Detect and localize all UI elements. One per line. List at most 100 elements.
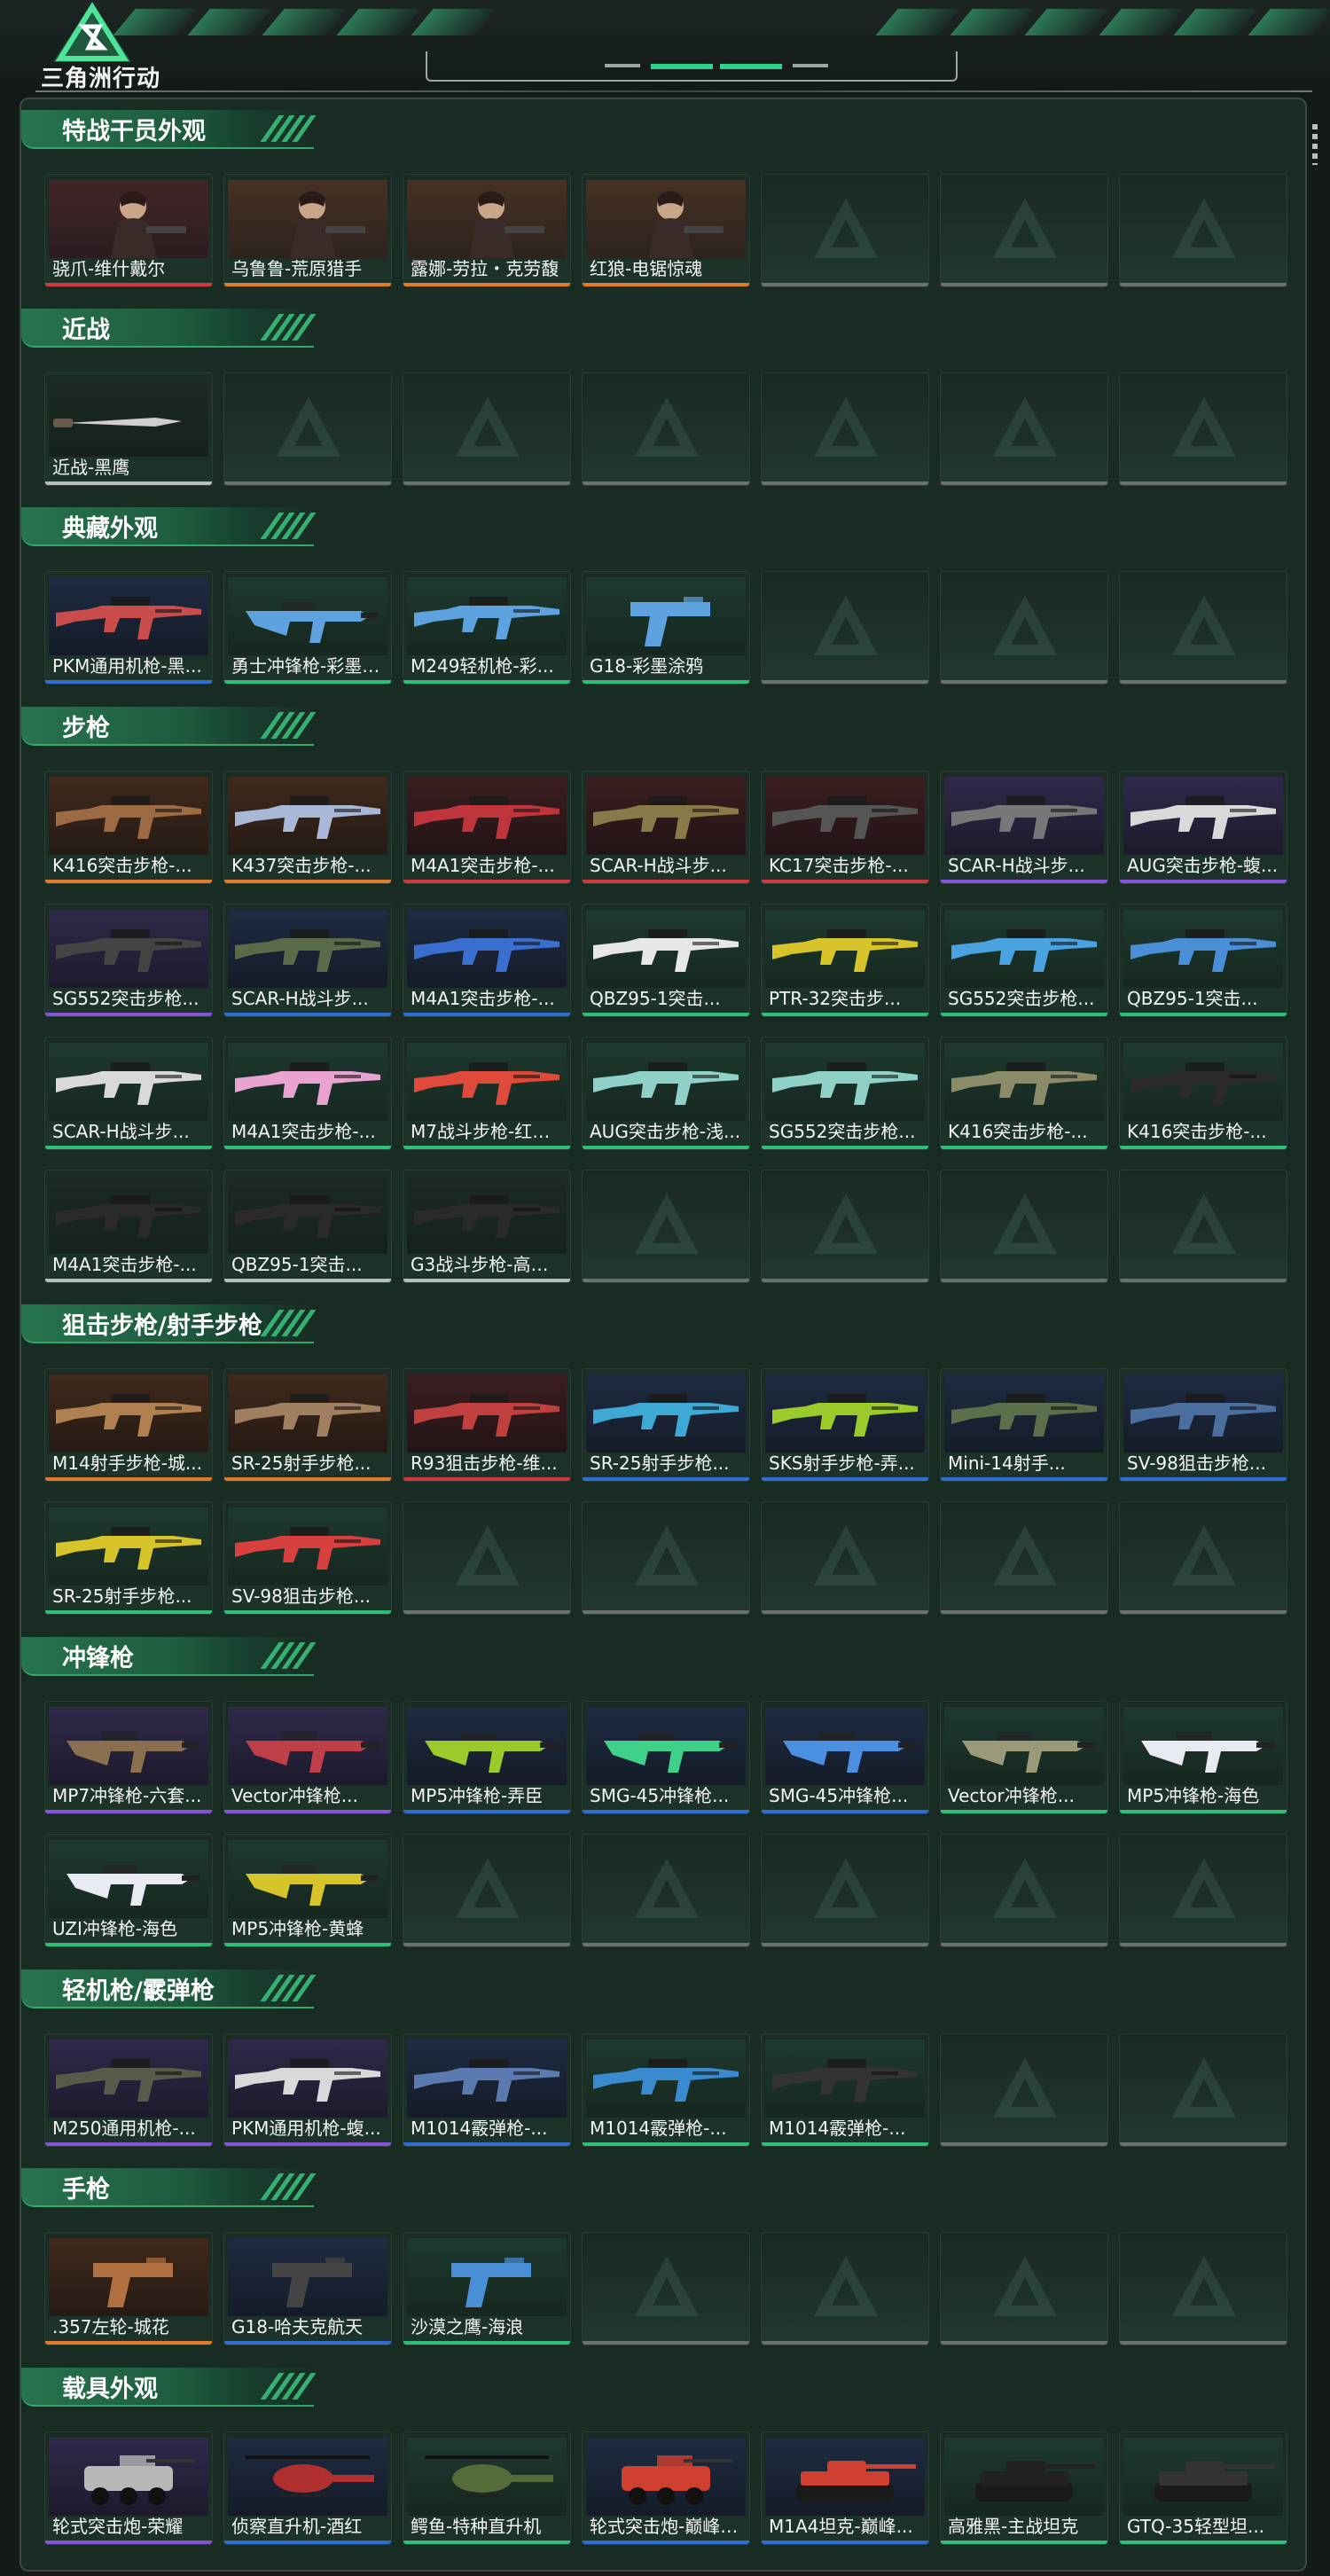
item-card[interactable]: QBZ95-1突击... <box>582 904 750 1017</box>
item-card[interactable]: K416突击步枪-... <box>940 1037 1108 1150</box>
item-card[interactable]: SG552突击步枪... <box>940 904 1108 1017</box>
item-image <box>586 1707 746 1785</box>
item-card[interactable]: PKM通用机枪-蝮... <box>223 2033 392 2147</box>
empty-slot <box>761 174 929 287</box>
item-card[interactable]: SR-25射手步枪... <box>582 1368 750 1482</box>
item-card[interactable]: M14射手步枪-城... <box>44 1368 213 1482</box>
item-card[interactable]: AUG突击步枪-蝮... <box>1119 771 1287 884</box>
item-card[interactable]: M1014霰弹枪-... <box>403 2033 571 2147</box>
section-title: 手枪 <box>62 2175 110 2204</box>
item-card[interactable]: 勇士冲锋枪-彩墨涂... <box>223 571 392 685</box>
item-card[interactable]: SV-98狙击步枪... <box>223 1501 392 1615</box>
item-label: PKM通用机枪-黑... <box>52 655 202 677</box>
item-card[interactable]: Mini-14射手... <box>940 1368 1108 1482</box>
item-card[interactable]: PTR-32突击步... <box>761 904 929 1017</box>
item-card[interactable]: M4A1突击步枪-... <box>223 1037 392 1150</box>
item-card[interactable]: K437突击步枪-... <box>223 771 392 884</box>
item-card[interactable]: M1A4坦克-巅峰... <box>761 2431 929 2545</box>
item-card[interactable]: M1014霰弹枪-... <box>582 2033 750 2147</box>
item-card[interactable]: Vector冲锋枪... <box>223 1701 392 1814</box>
item-card[interactable]: M1014霰弹枪-... <box>761 2033 929 2147</box>
item-card[interactable]: .357左轮-城花 <box>44 2232 213 2345</box>
item-card[interactable]: R93狙击步枪-维... <box>403 1368 571 1482</box>
item-card[interactable]: UZI冲锋枪-海色 <box>44 1834 213 1947</box>
item-label: R93狙击步枪-维... <box>411 1452 558 1474</box>
item-card[interactable]: 高雅黑-主战坦克 <box>940 2431 1108 2545</box>
item-card[interactable]: SMG-45冲锋枪... <box>582 1701 750 1814</box>
item-card[interactable]: SKS射手步枪-弄... <box>761 1368 929 1482</box>
item-card[interactable]: 轮式突击炮-巅峰竞... <box>582 2431 750 2545</box>
item-card[interactable]: AUG突击步枪-浅... <box>582 1037 750 1150</box>
item-card[interactable]: M4A1突击步枪-... <box>403 904 571 1017</box>
brand-title: 三角洲行动 <box>41 66 161 92</box>
item-card[interactable]: SCAR-H战斗步... <box>223 904 392 1017</box>
rarity-bar <box>583 283 749 286</box>
item-card[interactable]: 骁爪-维什戴尔 <box>44 174 213 287</box>
gun-icon <box>1130 1394 1276 1437</box>
item-card[interactable]: MP5冲锋枪-弄臣 <box>403 1701 571 1814</box>
item-card[interactable]: PKM通用机枪-黑... <box>44 571 213 685</box>
delta-watermark-icon <box>814 1858 878 1918</box>
smg-icon <box>1141 1732 1274 1773</box>
gun-icon <box>1130 796 1276 839</box>
item-card[interactable]: M4A1突击步枪-... <box>403 771 571 884</box>
item-image <box>1123 2438 1283 2516</box>
rarity-bar <box>403 880 570 883</box>
empty-slot <box>582 1170 750 1283</box>
item-card[interactable]: 近战-黑鹰 <box>44 372 213 486</box>
delta-watermark-icon <box>993 1858 1057 1918</box>
item-card[interactable]: MP5冲锋枪-黄蜂 <box>223 1834 392 1947</box>
rarity-bar <box>45 2541 212 2544</box>
rarity-bar <box>1120 283 1287 286</box>
scrollbar-handle[interactable] <box>1312 124 1318 165</box>
item-label: PTR-32突击步... <box>769 988 902 1009</box>
rarity-bar <box>1120 1146 1287 1149</box>
item-card[interactable]: 鳄鱼-特种直升机 <box>403 2431 571 2545</box>
item-card[interactable]: QBZ95-1突击... <box>223 1170 392 1283</box>
item-card[interactable]: 沙漠之鹰-海浪 <box>403 2232 571 2345</box>
gun-icon <box>593 796 739 839</box>
item-card[interactable]: SMG-45冲锋枪... <box>761 1701 929 1814</box>
item-card[interactable]: 轮式突击炮-荣耀 <box>44 2431 213 2545</box>
item-card[interactable]: K416突击步枪-... <box>44 771 213 884</box>
item-card[interactable]: MP7冲锋枪-六套... <box>44 1701 213 1814</box>
item-card[interactable]: 乌鲁鲁-荒原猎手 <box>223 174 392 287</box>
item-card[interactable]: 露娜-劳拉・克劳馥 <box>403 174 571 287</box>
item-card[interactable]: SG552突击步枪... <box>44 904 213 1017</box>
item-image <box>407 180 567 258</box>
item-card[interactable]: QBZ95-1突击... <box>1119 904 1287 1017</box>
item-card[interactable]: SG552突击步枪... <box>761 1037 929 1150</box>
item-card[interactable]: SV-98狙击步枪... <box>1119 1368 1287 1482</box>
item-card[interactable]: G3战斗步枪-高雅... <box>403 1170 571 1283</box>
item-card[interactable]: SR-25射手步枪... <box>44 1501 213 1615</box>
item-label: 沙漠之鹰-海浪 <box>411 2316 524 2337</box>
item-card[interactable]: GTQ-35轻型坦... <box>1119 2431 1287 2545</box>
item-card[interactable]: G18-哈夫克航天 <box>223 2232 392 2345</box>
rarity-bar <box>762 2541 928 2544</box>
item-card[interactable]: Vector冲锋枪... <box>940 1701 1108 1814</box>
item-card[interactable]: SCAR-H战斗步... <box>44 1037 213 1150</box>
item-card[interactable]: M4A1突击步枪-... <box>44 1170 213 1283</box>
item-label: M1014霰弹枪-... <box>590 2118 727 2139</box>
item-card[interactable]: K416突击步枪-... <box>1119 1037 1287 1150</box>
item-label: M4A1突击步枪-... <box>411 855 555 876</box>
item-card[interactable]: SR-25射手步枪... <box>223 1368 392 1482</box>
item-card[interactable]: MP5冲锋枪-海色 <box>1119 1701 1287 1814</box>
item-label: QBZ95-1突击... <box>1127 988 1258 1009</box>
item-card[interactable]: M250通用机枪-... <box>44 2033 213 2147</box>
item-card[interactable]: SCAR-H战斗步... <box>582 771 750 884</box>
smg-icon <box>783 1732 916 1773</box>
item-card[interactable]: SCAR-H战斗步... <box>940 771 1108 884</box>
item-card[interactable]: G18-彩墨涂鸦 <box>582 571 750 685</box>
item-image <box>944 910 1104 988</box>
rarity-bar <box>403 283 570 286</box>
rarity-bar <box>224 1610 391 1614</box>
item-card[interactable]: M249轻机枪-彩... <box>403 571 571 685</box>
item-card[interactable]: 侦察直升机-酒红 <box>223 2431 392 2545</box>
item-image <box>407 1707 567 1785</box>
item-card[interactable]: M7战斗步枪-红色... <box>403 1037 571 1150</box>
item-label: K416突击步枪-... <box>1127 1121 1267 1142</box>
section-header: 手枪 <box>21 2168 317 2207</box>
item-card[interactable]: KC17突击步枪-... <box>761 771 929 884</box>
item-card[interactable]: 红狼-电锯惊魂 <box>582 174 750 287</box>
